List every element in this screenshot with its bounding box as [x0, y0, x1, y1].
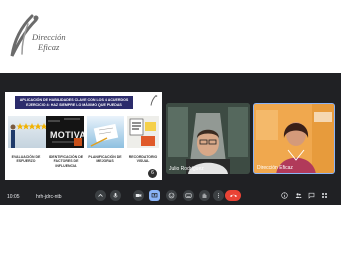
emoji-button[interactable]: [166, 190, 177, 201]
captions-toggle-button[interactable]: [183, 190, 194, 201]
slide-label-planning: PLANIFICACIÓN DE MEJORAS: [88, 155, 122, 164]
closed-captions-icon: [185, 193, 192, 198]
present-screen-icon: [151, 193, 158, 198]
meet-window: APLICACIÓN DE HABILIDADES CLAVE CON LOS …: [0, 73, 341, 205]
meeting-time: 10:05: [7, 194, 20, 200]
slide-label-factors: IDENTIFICACIÓN DE FACTORES DE INFLUENCIA: [48, 155, 84, 168]
more-options-button[interactable]: [213, 190, 224, 201]
slide-title: APLICACIÓN DE HABILIDADES CLAVE CON LOS …: [15, 96, 133, 109]
slide-image-evaluation: [8, 116, 46, 148]
participant-video-icon: [254, 104, 334, 173]
slide-image-motivate: MOTIVATE: [46, 116, 84, 148]
end-call-button[interactable]: [225, 190, 241, 201]
raise-hand-icon: [202, 193, 207, 198]
meeting-code[interactable]: hrh-jdrc-ntb: [36, 194, 62, 200]
slide-label-reminder: RECORDATORIO VISUAL: [128, 155, 158, 164]
captions-button[interactable]: [95, 190, 106, 201]
present-screen-button[interactable]: [149, 190, 160, 201]
brand-logo: Dirección Eficaz: [8, 14, 88, 58]
slide-page-number: 6: [148, 169, 157, 178]
participant-tile[interactable]: Julio Rodríguez: [166, 103, 250, 174]
more-vertical-icon: [218, 193, 219, 198]
chat-icon[interactable]: [308, 192, 315, 199]
slide-logo-icon: [150, 95, 158, 106]
participant-name: Dirección Eficaz: [257, 165, 293, 171]
brand-name-line1: Dirección: [32, 32, 66, 42]
microphone-button[interactable]: [110, 190, 121, 201]
info-icon[interactable]: [281, 192, 288, 199]
chevron-up-icon: [98, 193, 103, 197]
participant-video-icon: [166, 103, 250, 174]
emoji-icon: [168, 192, 175, 199]
participant-name: Julio Rodríguez: [169, 166, 204, 172]
slide-label-evaluation: EVALUACIÓN DE ESFUERZO: [11, 155, 41, 164]
activities-icon[interactable]: [321, 192, 328, 199]
hang-up-icon: [229, 194, 237, 197]
shared-slide[interactable]: APLICACIÓN DE HABILIDADES CLAVE CON LOS …: [5, 92, 162, 180]
slide-image-planning: [87, 116, 124, 148]
raise-hand-button[interactable]: [199, 190, 210, 201]
microphone-icon: [113, 193, 118, 198]
slide-image-reminder: [127, 116, 159, 148]
people-icon[interactable]: [295, 192, 302, 199]
participant-tile-active[interactable]: Dirección Eficaz: [253, 103, 335, 174]
video-camera-icon: [135, 194, 142, 197]
brand-name-line2: Eficaz: [38, 42, 60, 52]
camera-button[interactable]: [133, 190, 144, 201]
